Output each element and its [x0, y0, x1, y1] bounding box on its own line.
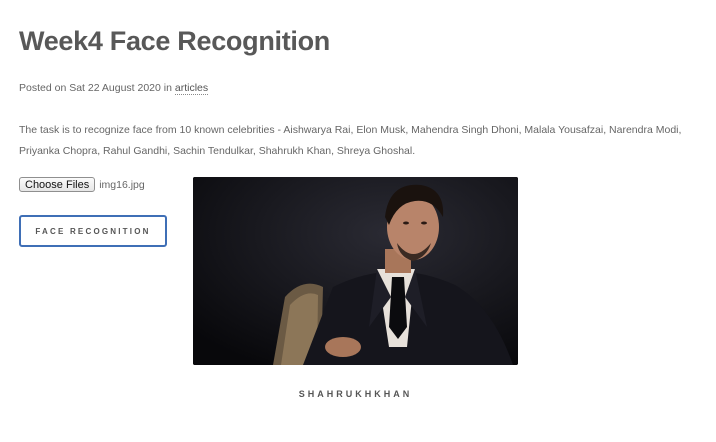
- portrait-image: [193, 177, 518, 365]
- selected-file-name: img16.jpg: [99, 178, 145, 191]
- post-meta: Posted on Sat 22 August 2020 in articles: [19, 82, 209, 95]
- file-upload: Choose Files img16.jpg: [19, 177, 145, 192]
- task-description: The task is to recognize face from 10 kn…: [19, 124, 682, 157]
- posted-date: Posted on Sat 22 August 2020 in: [19, 82, 175, 94]
- category-link[interactable]: articles: [174, 82, 209, 95]
- face-recognition-button[interactable]: FACE RECOGNITION: [19, 215, 167, 247]
- choose-files-button[interactable]: Choose Files: [19, 177, 96, 192]
- uploaded-photo: [193, 177, 518, 365]
- recognition-result: SHAHRUKHKHAN: [298, 389, 413, 399]
- page-title: Week4 Face Recognition: [19, 26, 330, 56]
